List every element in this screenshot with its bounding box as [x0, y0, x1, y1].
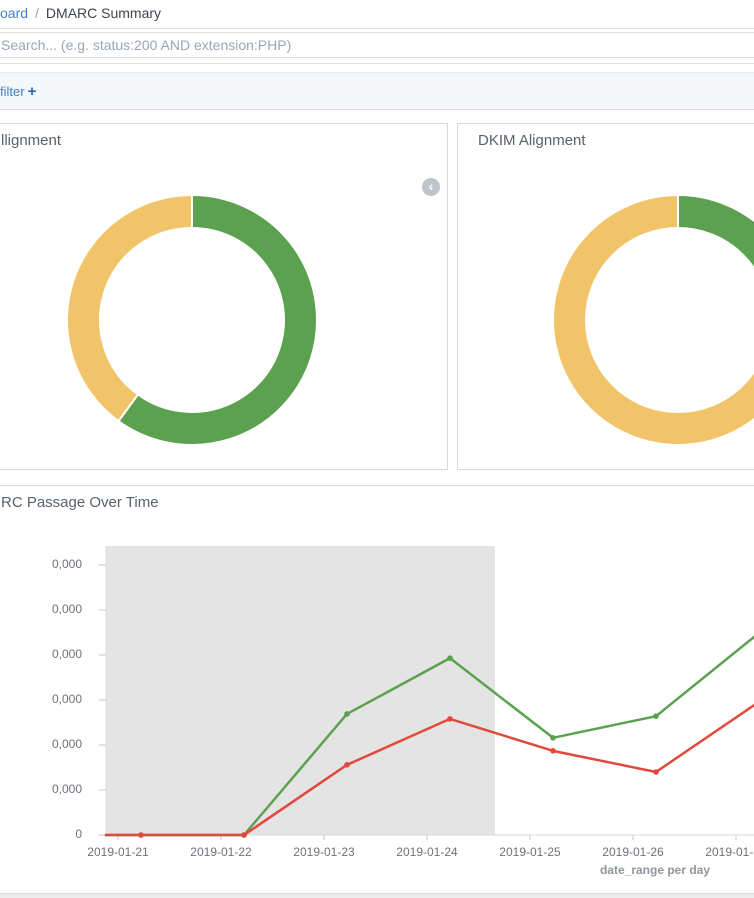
x-axis-tick-label: 2019-01-23	[269, 845, 379, 859]
add-filter-button[interactable]: filter+	[0, 83, 36, 100]
donut-slice-yellow[interactable]	[67, 195, 192, 421]
horizontal-scrollbar[interactable]	[0, 893, 754, 898]
x-axis-tick-label: 2019-01-24	[372, 845, 482, 859]
panel-dkim-title: DKIM Alignment	[478, 132, 586, 149]
panel-spf-title: llignment	[1, 132, 61, 149]
plus-icon: +	[28, 83, 37, 100]
spf-donut-chart[interactable]	[65, 193, 319, 447]
y-axis-tick-label: 0,000	[0, 557, 82, 571]
data-point-green[interactable]	[550, 735, 556, 741]
data-point-red[interactable]	[447, 716, 453, 722]
search-input[interactable]	[0, 32, 754, 58]
breadcrumb-bar: oard / DMARC Summary	[0, 0, 754, 29]
x-axis-tick-label: 2019-01-21	[63, 845, 173, 859]
data-point-red[interactable]	[344, 762, 350, 768]
data-point-green[interactable]	[447, 655, 453, 661]
y-axis-tick-label: 0,000	[0, 782, 82, 796]
time-range-shaded-region	[106, 546, 495, 835]
y-axis-tick-label: 0,000	[0, 692, 82, 706]
y-axis-tick-label: 0,000	[0, 602, 82, 616]
collapse-panel-icon[interactable]: ‹	[422, 178, 440, 196]
add-filter-label: filter	[0, 84, 25, 99]
data-point-red[interactable]	[550, 748, 556, 754]
data-point-red[interactable]	[138, 832, 144, 838]
dmarc-passage-line-chart[interactable]	[0, 540, 754, 852]
breadcrumb-separator: /	[35, 5, 39, 21]
data-point-green[interactable]	[344, 711, 350, 717]
x-axis-tick-label: 2019-01-27	[681, 845, 754, 859]
filter-bar: filter+	[0, 72, 754, 110]
data-point-red[interactable]	[241, 832, 247, 838]
dkim-donut-chart[interactable]	[551, 193, 754, 447]
data-point-red[interactable]	[653, 769, 659, 775]
y-axis-tick-label: 0	[0, 827, 82, 841]
x-axis-tick-label: 2019-01-22	[166, 845, 276, 859]
breadcrumb: oard / DMARC Summary	[0, 5, 161, 21]
donut-slice-green[interactable]	[678, 195, 754, 320]
x-axis-tick-label: 2019-01-25	[475, 845, 585, 859]
divider	[0, 63, 754, 64]
breadcrumb-dashboard-link[interactable]: oard	[0, 5, 28, 21]
dmarc-dashboard: oard / DMARC Summary filter+ llignment ‹ D…	[0, 0, 754, 898]
data-point-green[interactable]	[653, 713, 659, 719]
page-title: DMARC Summary	[46, 5, 161, 21]
y-axis-tick-label: 0,000	[0, 737, 82, 751]
panel-dmarc-passage-title: RC Passage Over Time	[1, 494, 159, 511]
search-row	[0, 29, 754, 63]
x-axis-title: date_range per day	[540, 863, 754, 877]
x-axis-tick-label: 2019-01-26	[578, 845, 688, 859]
y-axis-tick-label: 0,000	[0, 647, 82, 661]
